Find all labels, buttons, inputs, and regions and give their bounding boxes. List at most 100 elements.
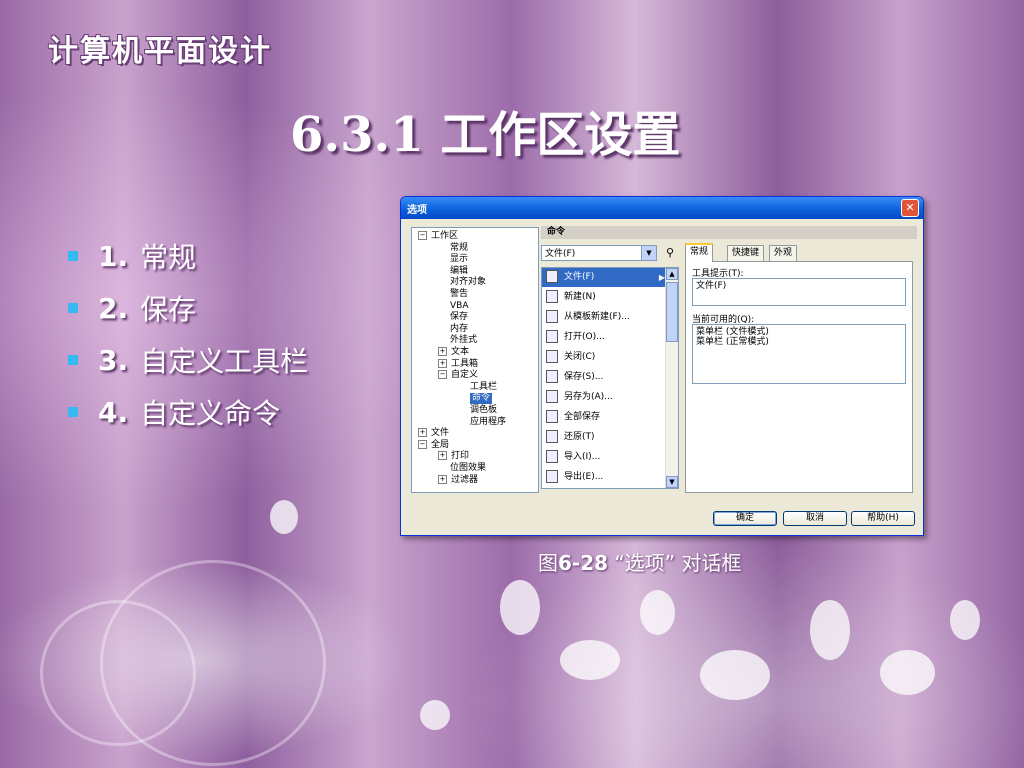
list-item[interactable]: 新建(N) bbox=[542, 288, 668, 307]
tree-item[interactable]: 外挂式 bbox=[450, 335, 477, 346]
tree-item[interactable]: 对齐对象 bbox=[450, 277, 486, 288]
expander-icon[interactable]: + bbox=[438, 474, 447, 484]
options-tree[interactable]: − 工作区 常规 显示 编辑 对齐对象 警告 VBA 保存 内存 外挂式 + 文本 + 工具箱 − 自定义 工具栏… bbox=[411, 227, 539, 493]
command-label: 保存(S)... bbox=[564, 372, 604, 382]
command-label: 新建(N) bbox=[564, 292, 596, 302]
list-item[interactable]: 菜单栏 (正常模式) bbox=[696, 337, 902, 347]
command-label: 从模板新建(F)... bbox=[564, 312, 630, 322]
tree-item-label: 外挂式 bbox=[450, 335, 478, 346]
tree-item-label: 编辑 bbox=[450, 265, 469, 276]
tree-item[interactable]: − 全局 bbox=[418, 439, 449, 451]
list-item[interactable]: 打开(O)... bbox=[542, 328, 668, 347]
tree-item[interactable]: 应用程序 bbox=[470, 417, 506, 428]
command-icon bbox=[546, 350, 558, 363]
bullet-marker bbox=[68, 251, 78, 261]
bullet-number: 1. bbox=[98, 239, 129, 273]
scroll-up-icon[interactable]: ▲ bbox=[666, 268, 678, 280]
category-select[interactable]: 文件(F) ▼ bbox=[541, 245, 657, 261]
tree-item[interactable]: + 文件 bbox=[418, 428, 449, 439]
tree-item[interactable]: + 文本 bbox=[438, 347, 469, 358]
expander-icon[interactable]: − bbox=[438, 370, 447, 380]
available-list[interactable]: 菜单栏 (文件模式) 菜单栏 (正常模式) bbox=[692, 324, 906, 384]
bullet-list: 1. 常规 2. 保存 3. 自定义工具栏 4. 自定义命令 bbox=[68, 230, 308, 438]
tree-item[interactable]: − 自定义 bbox=[438, 370, 478, 381]
list-item[interactable]: 导入(I)... bbox=[542, 448, 668, 467]
ok-button[interactable]: 确定 bbox=[713, 511, 777, 526]
command-icon bbox=[546, 470, 558, 483]
expander-icon[interactable]: + bbox=[418, 428, 427, 438]
tree-item[interactable]: 警告 bbox=[450, 289, 468, 300]
tree-item[interactable]: 内存 bbox=[450, 324, 468, 335]
scroll-thumb[interactable] bbox=[666, 282, 678, 342]
list-item[interactable]: 全部保存 bbox=[542, 408, 668, 427]
command-icon bbox=[546, 290, 558, 303]
tree-item[interactable]: 编辑 bbox=[450, 266, 468, 277]
tree-item[interactable]: 显示 bbox=[450, 254, 468, 265]
cancel-button[interactable]: 取消 bbox=[783, 511, 847, 526]
command-label: 文件(F) bbox=[564, 272, 595, 282]
tree-item[interactable]: 保存 bbox=[450, 312, 468, 323]
list-item[interactable]: 导出(E)... bbox=[542, 468, 668, 487]
tree-item-label: 工作区 bbox=[431, 231, 459, 241]
command-list-scrollbar[interactable]: ▲ ▼ bbox=[665, 268, 678, 488]
list-item[interactable]: 保存(S)... bbox=[542, 368, 668, 387]
tree-item[interactable]: VBA bbox=[450, 301, 469, 312]
tree-item[interactable]: + 工具箱 bbox=[438, 358, 478, 370]
tree-item[interactable]: 工具栏 bbox=[470, 382, 497, 393]
tree-item[interactable]: 位图效果 bbox=[450, 463, 486, 474]
expander-icon[interactable]: − bbox=[418, 231, 427, 240]
tab-2[interactable]: 外观 bbox=[769, 245, 798, 261]
chevron-down-icon[interactable]: ▼ bbox=[641, 246, 656, 260]
help-button[interactable]: 帮助(H) bbox=[851, 511, 915, 526]
bg-splash bbox=[640, 590, 675, 635]
tree-item[interactable]: 调色板 bbox=[470, 405, 497, 416]
command-icon bbox=[546, 330, 558, 343]
tree-item[interactable]: − 工作区 bbox=[418, 231, 458, 242]
list-item[interactable]: 关闭(C) bbox=[542, 348, 668, 367]
scroll-down-icon[interactable]: ▼ bbox=[666, 476, 678, 488]
close-button[interactable]: ✕ bbox=[901, 199, 919, 217]
list-item[interactable]: 菜单栏 (文件模式) bbox=[696, 327, 902, 337]
list-item[interactable]: 从模板新建(F)... bbox=[542, 308, 668, 327]
command-icon bbox=[546, 310, 558, 323]
tab-1[interactable]: 快捷键 bbox=[727, 245, 765, 261]
tree-item[interactable]: 常规 bbox=[450, 243, 468, 254]
tree-item[interactable]: 命令 bbox=[470, 393, 493, 405]
tree-item-label: 命令 bbox=[472, 393, 491, 404]
bg-splash bbox=[560, 640, 620, 680]
tree-item-label: 内存 bbox=[450, 323, 469, 334]
list-item[interactable]: 另存为(A)... bbox=[542, 388, 668, 407]
tab-0[interactable]: 常规 bbox=[685, 243, 714, 262]
brand-logo-text: 计算机平面设计 bbox=[48, 34, 272, 69]
expander-icon[interactable]: + bbox=[438, 347, 447, 356]
caption-text: “选项” 对话框 bbox=[608, 551, 742, 575]
bullet-number: 4. bbox=[98, 395, 129, 429]
bullet-number: 2. bbox=[98, 291, 129, 325]
tab-panel-general: 工具提示(T): 文件(F) 当前可用的(Q): 菜单栏 (文件模式) 菜单栏 … bbox=[685, 261, 913, 493]
bullet-text: 自定义工具栏 bbox=[140, 345, 309, 378]
tree-item-label: 警告 bbox=[450, 289, 469, 299]
expander-icon[interactable]: + bbox=[438, 358, 447, 368]
list-item[interactable]: 还原(T) bbox=[542, 428, 668, 447]
command-label: 另存为(A)... bbox=[564, 392, 613, 402]
command-label: 还原(T) bbox=[564, 432, 595, 442]
binoculars-icon[interactable]: ⚲ bbox=[661, 245, 679, 261]
bg-ring bbox=[40, 600, 196, 746]
tree-item[interactable]: + 打印 bbox=[438, 451, 469, 462]
tree-item-label: 自定义 bbox=[451, 370, 479, 381]
list-item[interactable]: 文件(F) ▶ bbox=[542, 268, 668, 287]
bullet-item: 2. 保存 bbox=[68, 282, 308, 334]
tree-item-label: 调色板 bbox=[470, 405, 498, 415]
tooltip-field[interactable]: 文件(F) bbox=[692, 278, 906, 306]
bg-splash bbox=[270, 500, 298, 534]
caption-prefix: 图 bbox=[538, 551, 558, 575]
tree-item[interactable]: + 过滤器 bbox=[438, 474, 478, 486]
command-list[interactable]: 导出(E)... 导入(I)... 还原(T) 全部保存 另存为(A)... 保存(S).… bbox=[541, 267, 679, 489]
dialog-titlebar[interactable]: 选项 ✕ bbox=[401, 197, 923, 219]
bullet-marker bbox=[68, 355, 78, 365]
bg-splash bbox=[500, 580, 540, 635]
tree-item-label: 对齐对象 bbox=[450, 277, 487, 288]
expander-icon[interactable]: + bbox=[438, 451, 447, 461]
bg-splash bbox=[950, 600, 980, 640]
expander-icon[interactable]: − bbox=[418, 439, 427, 449]
